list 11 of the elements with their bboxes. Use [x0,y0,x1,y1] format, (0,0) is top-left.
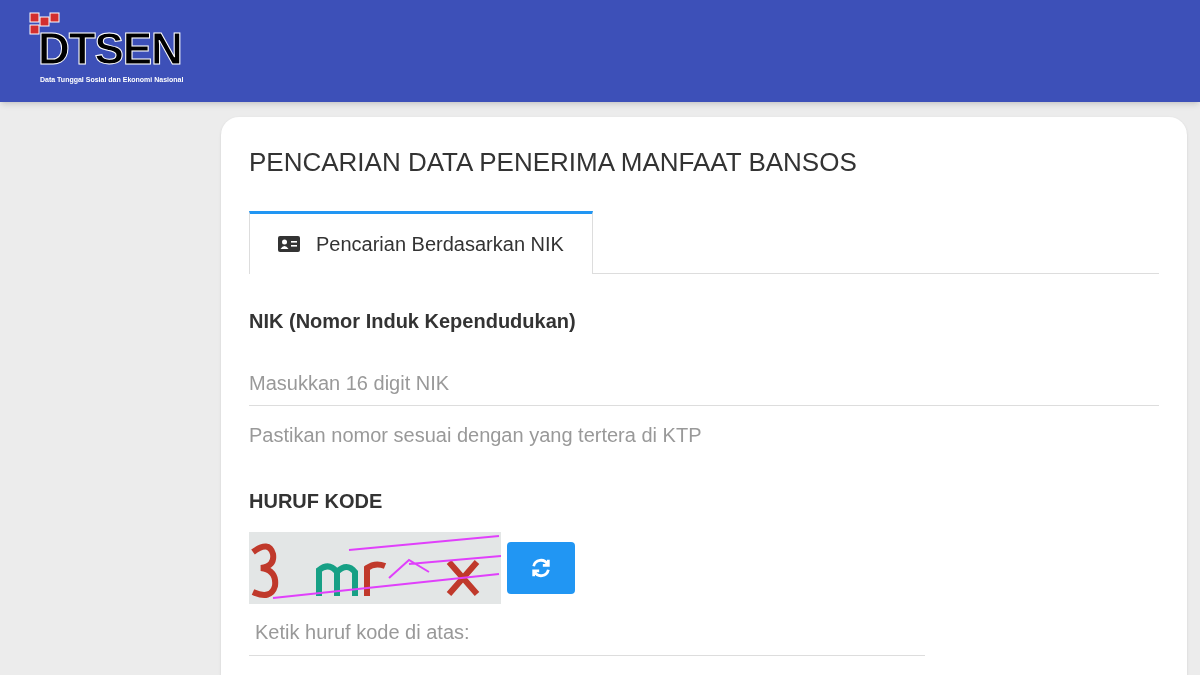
page-title: PENCARIAN DATA PENERIMA MANFAAT BANSOS [249,149,858,175]
refresh-button[interactable] [507,542,575,594]
nik-field[interactable]: Masukkan 16 digit NIK [249,362,1159,406]
nik-label: NIK (Nomor Induk Kependudukan) [249,309,577,334]
id-card-icon [278,236,300,252]
logo-name: DTSEN [38,26,182,71]
nik-hint: Pastikan nomor sesuai dengan yang tertera di KTP [249,423,703,448]
captcha-field[interactable]: Ketik huruf kode di atas: [249,610,925,656]
refresh-icon [530,557,552,579]
tab[interactable]: Pencarian Berdasarkan NIK [249,211,593,274]
captcha-label: HURUF KODE [249,489,384,514]
